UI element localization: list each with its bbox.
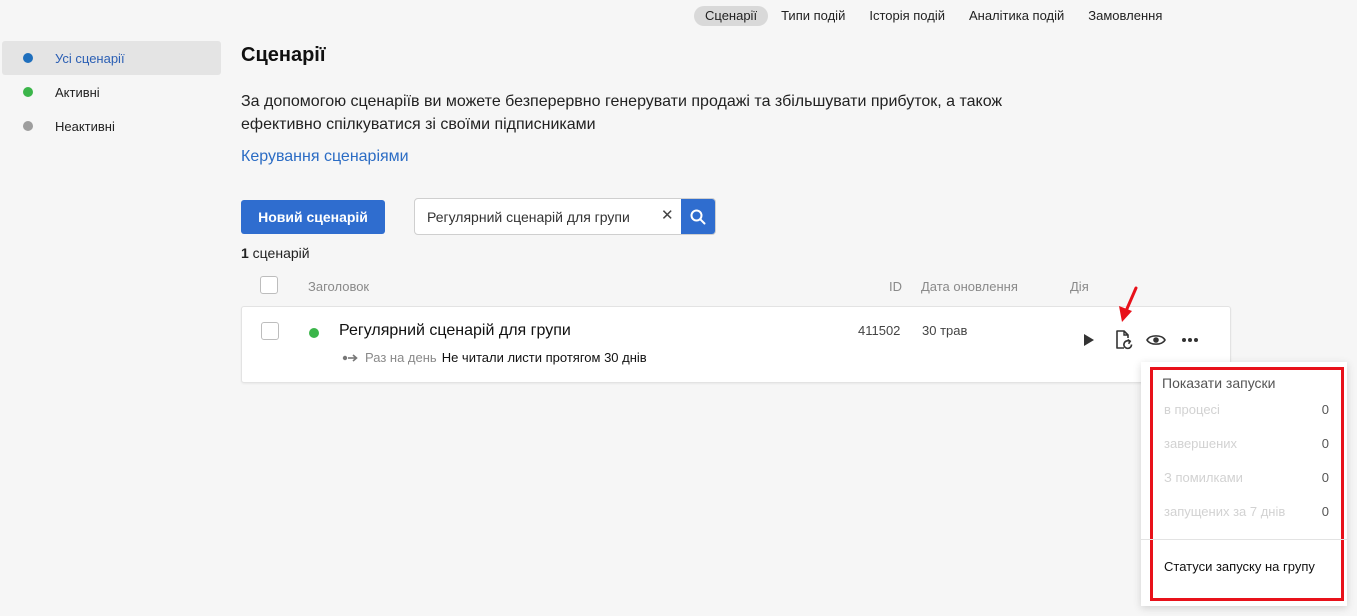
scenario-count-number: 1 <box>241 245 249 261</box>
page-title: Сценарії <box>241 44 326 66</box>
dropdown-item-errors: З помилками 0 <box>1164 470 1329 485</box>
dropdown-item-label: запущених за 7 днів <box>1164 504 1286 519</box>
dropdown-item-in-progress: в процесі 0 <box>1164 402 1329 417</box>
dropdown-item-count: 0 <box>1321 470 1329 485</box>
search-input[interactable] <box>415 199 655 234</box>
more-options-button[interactable] <box>1179 329 1201 351</box>
show-launches-button[interactable] <box>1113 329 1135 351</box>
run-button[interactable] <box>1078 329 1100 351</box>
scenario-id: 411502 <box>858 323 901 338</box>
select-all-checkbox[interactable] <box>260 276 278 294</box>
search-button[interactable] <box>681 199 715 234</box>
status-dot-icon <box>23 87 33 97</box>
dropdown-item-count: 0 <box>1321 504 1329 519</box>
eye-icon <box>1146 335 1166 345</box>
status-dot-icon <box>309 328 319 338</box>
table-header: Заголовок ID Дата оновлення Дія <box>241 276 1231 296</box>
scenario-meta: Раз на день Не читали листи протягом 30 … <box>342 350 647 365</box>
trigger-arrow-icon <box>342 353 358 362</box>
column-header-updated: Дата оновлення <box>921 279 1018 294</box>
topnav-item-orders[interactable]: Замовлення <box>1077 6 1173 26</box>
sidebar-item-inactive[interactable]: Неактивні <box>2 109 221 143</box>
dropdown-item-label: завершених <box>1164 436 1238 451</box>
column-header-action: Дія <box>1070 279 1089 294</box>
sidebar-item-label: Неактивні <box>55 118 115 134</box>
manage-scenarios-link[interactable]: Керування сценаріями <box>241 148 409 166</box>
scenario-condition: Не читали листи протягом 30 днів <box>441 350 647 365</box>
scenario-updated: 30 трав <box>922 323 968 338</box>
clear-search-icon[interactable]: ✕ <box>661 207 674 225</box>
column-header-id: ID <box>889 279 902 294</box>
dropdown-divider <box>1141 539 1347 540</box>
table-row: Регулярний сценарій для групи Раз на ден… <box>241 306 1231 383</box>
row-checkbox[interactable] <box>261 322 279 340</box>
scenario-count-label: сценарій <box>248 245 310 261</box>
topnav-item-event-types[interactable]: Типи подій <box>770 6 856 26</box>
dropdown-item-count: 0 <box>1321 436 1329 451</box>
topnav-item-event-history[interactable]: Історія подій <box>858 6 956 26</box>
topnav-item-scenarios[interactable]: Сценарії <box>694 6 769 26</box>
column-header-title: Заголовок <box>308 279 370 294</box>
status-dot-icon <box>23 121 33 131</box>
dropdown-item-label: в процесі <box>1164 402 1220 417</box>
annotation-arrow-icon <box>1119 286 1138 322</box>
scenario-frequency: Раз на день <box>365 350 437 365</box>
sidebar: Усі сценарії Активні Неактивні <box>2 41 221 143</box>
sidebar-item-all[interactable]: Усі сценарії <box>2 41 221 75</box>
top-navigation: Сценарії Типи подій Історія подій Аналіт… <box>694 6 1175 26</box>
group-launch-statuses-link[interactable]: Статуси запуску на групу <box>1164 559 1315 574</box>
sidebar-item-label: Усі сценарії <box>55 50 125 66</box>
dropdown-item-label: З помилками <box>1164 470 1243 485</box>
new-scenario-button[interactable]: Новий сценарій <box>241 200 385 234</box>
search-box: ✕ <box>414 198 716 235</box>
dropdown-item-count: 0 <box>1321 402 1329 417</box>
dropdown-title: Показати запуски <box>1162 375 1276 391</box>
preview-button[interactable] <box>1145 329 1167 351</box>
page-description: За допомогою сценаріїв ви можете безпере… <box>241 93 1003 133</box>
launches-dropdown: Показати запуски в процесі 0 завершених … <box>1141 362 1347 606</box>
scenario-count: 1 сценарій <box>241 245 310 261</box>
sidebar-item-active[interactable]: Активні <box>2 75 221 109</box>
status-dot-icon <box>23 53 33 63</box>
topnav-item-event-analytics[interactable]: Аналітика подій <box>958 6 1075 26</box>
more-dots-icon <box>1182 338 1198 342</box>
sidebar-item-label: Активні <box>55 84 100 100</box>
dropdown-item-completed: завершених 0 <box>1164 436 1329 451</box>
scenario-title[interactable]: Регулярний сценарій для групи <box>339 322 571 340</box>
search-icon <box>690 209 706 224</box>
play-icon <box>1084 334 1094 346</box>
document-refresh-icon <box>1116 330 1133 350</box>
dropdown-item-last-7-days: запущених за 7 днів 0 <box>1164 504 1329 519</box>
